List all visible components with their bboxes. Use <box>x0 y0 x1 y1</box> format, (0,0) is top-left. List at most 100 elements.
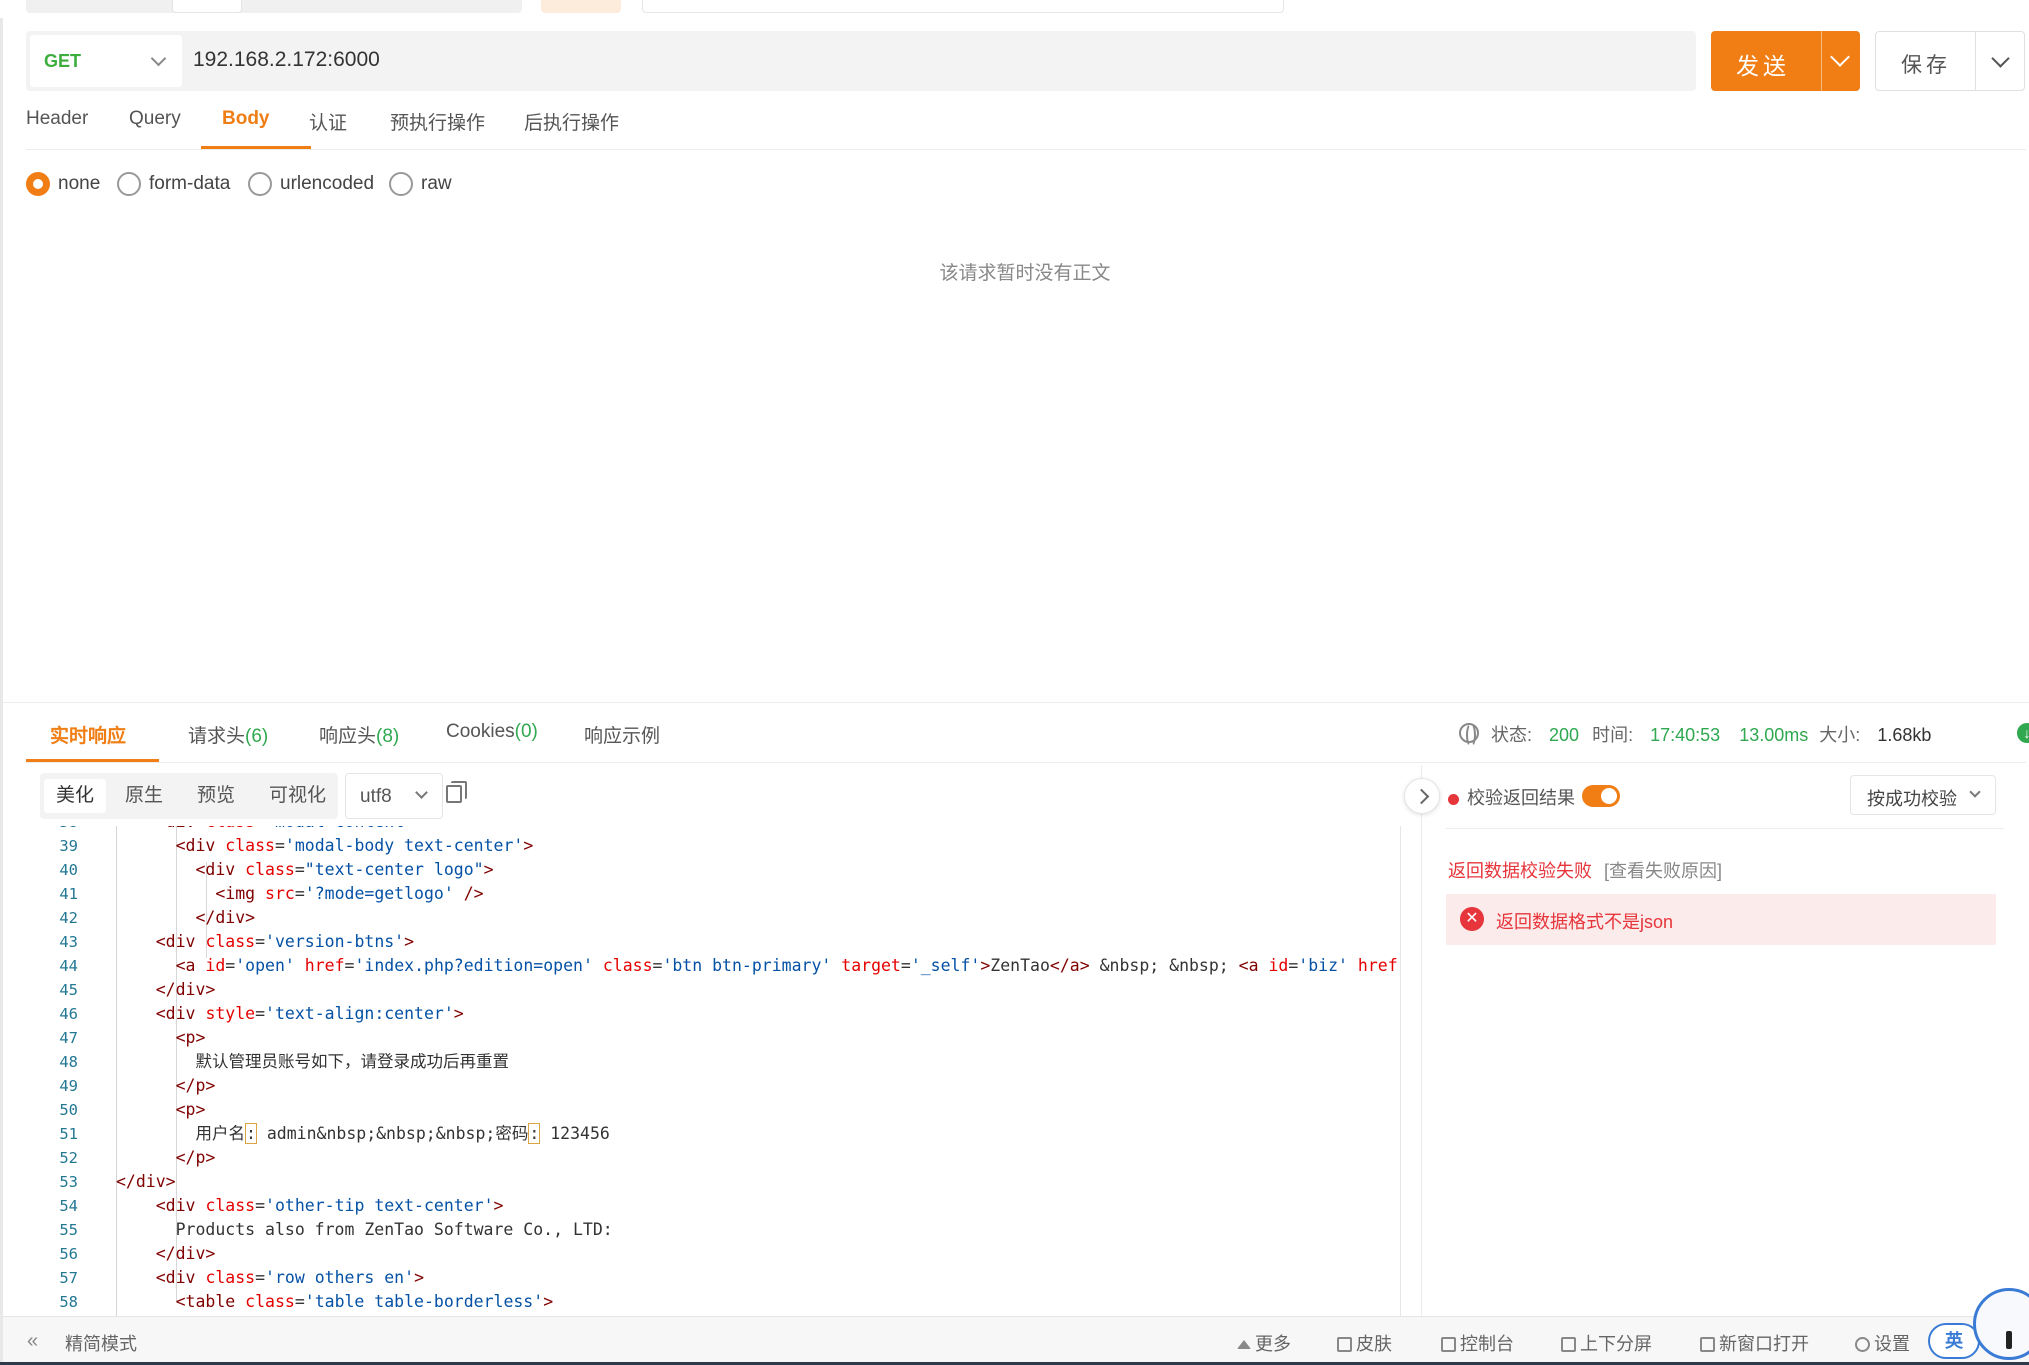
new-window-button[interactable]: 新窗口打开 <box>1700 1330 1809 1356</box>
radio-dot <box>248 172 272 196</box>
line-number: 41 <box>59 885 78 903</box>
method-label: GET <box>44 50 82 71</box>
code-viewer[interactable]: 38 <div class='modal-content'> 39 <div cl… <box>26 826 1422 1316</box>
line-number: 40 <box>59 861 78 879</box>
line-number: 53 <box>59 1173 78 1191</box>
code-line: 38 <div class='modal-content'> <box>26 826 1422 834</box>
code-text: 用户名: admin&nbsp;&nbsp;&nbsp;密码: 123456 <box>195 1123 610 1144</box>
collapse-panel-button[interactable] <box>1404 778 1440 814</box>
encoding-label: utf8 <box>360 786 392 807</box>
more-button[interactable]: 更多 <box>1237 1330 1291 1356</box>
top-segment-control[interactable] <box>26 0 522 13</box>
top-select[interactable] <box>642 0 1284 13</box>
line-number: 47 <box>59 1029 78 1047</box>
validation-title: 校验返回结果 <box>1467 788 1575 808</box>
body-empty-hint: 该请求暂时没有正文 <box>939 263 1111 284</box>
active-tab-indicator <box>26 759 159 762</box>
code-line: 43 <div class='version-btns'> <box>26 930 1422 954</box>
copy-icon[interactable] <box>446 781 467 803</box>
radio-raw[interactable]: raw <box>389 172 452 196</box>
code-line: 58 <table class='table table-borderless'… <box>26 1290 1422 1314</box>
radio-label: none <box>58 173 101 194</box>
response-divider <box>3 702 2029 703</box>
top-toolbar-partial <box>0 0 2029 18</box>
tab-label: 请求头 <box>188 726 246 747</box>
radio-label: urlencoded <box>280 173 375 194</box>
code-text: </div> <box>195 908 256 927</box>
tab-label: 响应示例 <box>584 726 661 747</box>
tab-cookies[interactable]: Cookies(0) <box>446 721 538 743</box>
radio-none[interactable]: none <box>26 172 100 196</box>
save-divider <box>1975 32 1976 90</box>
code-line: 49 </p> <box>26 1074 1422 1098</box>
url-input[interactable]: 192.168.2.172:6000 <box>193 48 380 72</box>
tab-response-headers[interactable]: 响应头(8) <box>319 721 399 748</box>
tab-auth[interactable]: 认证 <box>309 108 347 135</box>
tab-post-script[interactable]: 后执行操作 <box>524 108 619 135</box>
save-button[interactable]: 保存 <box>1875 31 2025 91</box>
double-chevron-left-icon[interactable]: « <box>27 1330 38 1353</box>
send-button[interactable]: 发送 <box>1711 31 1860 91</box>
validation-header: 校验返回结果 <box>1448 784 1575 810</box>
ime-indicator[interactable]: 英 <box>1928 1323 1980 1359</box>
radio-urlencoded[interactable]: urlencoded <box>248 172 374 196</box>
validation-mode-select[interactable]: 按成功校验 <box>1850 775 1996 815</box>
view-visualize[interactable]: 可视化 <box>257 779 338 813</box>
code-text: <div class='other-tip text-center'> <box>155 1196 504 1215</box>
skin-button[interactable]: 皮肤 <box>1337 1330 1392 1356</box>
view-beautify[interactable]: 美化 <box>44 779 107 813</box>
split-screen-button[interactable]: 上下分屏 <box>1561 1330 1652 1356</box>
chevron-down-icon <box>415 786 428 799</box>
radio-form-data[interactable]: form-data <box>117 172 230 196</box>
tab-count: (8) <box>376 726 400 747</box>
top-orange-button[interactable] <box>541 0 621 13</box>
code-line: 41 <img src='?mode=getlogo' /> <box>26 882 1422 906</box>
method-select[interactable]: GET <box>30 35 182 87</box>
encoding-select[interactable]: utf8 <box>345 773 443 819</box>
line-number: 39 <box>59 837 78 855</box>
tab-body[interactable]: Body <box>222 108 270 130</box>
code-text: <a id='open' href='index.php?edition=ope… <box>175 956 1398 975</box>
tab-pre-script[interactable]: 预执行操作 <box>390 108 485 135</box>
simple-mode-button[interactable]: 精简模式 <box>65 1330 137 1356</box>
skin-label: 皮肤 <box>1356 1334 1392 1354</box>
tab-response-example[interactable]: 响应示例 <box>584 721 660 748</box>
chevron-down-icon <box>150 50 167 67</box>
chevron-down-icon[interactable] <box>1830 47 1850 67</box>
code-text: <div class="text-center logo"> <box>195 860 494 879</box>
tab-live-response[interactable]: 实时响应 <box>50 721 126 748</box>
tab-query[interactable]: Query <box>129 108 181 130</box>
tab-count: (0) <box>514 721 538 742</box>
radio-dot <box>389 172 413 196</box>
code-line: 48 默认管理员账号如下，请登录成功后再重置 <box>26 1050 1422 1074</box>
tab-request-headers[interactable]: 请求头(6) <box>188 721 268 748</box>
vertical-scrollbar[interactable] <box>1400 826 1401 1316</box>
top-segment-active[interactable] <box>172 0 242 13</box>
chevron-down-icon[interactable] <box>1991 49 2010 68</box>
settings-button[interactable]: 设置 <box>1855 1330 1910 1356</box>
shirt-icon <box>1337 1337 1352 1352</box>
validation-toggle[interactable] <box>1582 785 1620 807</box>
code-text: <div class='modal-body text-center'> <box>175 836 534 855</box>
line-number: 44 <box>59 957 78 975</box>
console-button[interactable]: 控制台 <box>1441 1330 1514 1356</box>
line-number: 57 <box>59 1269 78 1287</box>
code-line: 55 Products also from ZenTao Software Co… <box>26 1218 1422 1242</box>
time-value: 17:40:53 <box>1650 725 1721 745</box>
validation-fail-text: 返回数据校验失败 <box>1448 861 1592 881</box>
view-raw[interactable]: 原生 <box>113 779 175 813</box>
globe-icon[interactable] <box>1459 723 1479 747</box>
console-label: 控制台 <box>1460 1334 1514 1354</box>
code-text: <div class='version-btns'> <box>155 932 415 951</box>
more-label: 更多 <box>1255 1334 1291 1354</box>
validation-panel: 校验返回结果 按成功校验 返回数据校验失败 [查看失败原因] ✕ 返回数据格式不是… <box>1404 765 2029 1317</box>
line-number: 56 <box>59 1245 78 1263</box>
radio-label: raw <box>421 173 452 194</box>
view-preview[interactable]: 预览 <box>185 779 247 813</box>
new-window-label: 新窗口打开 <box>1719 1334 1809 1354</box>
tab-header[interactable]: Header <box>26 108 88 130</box>
view-fail-reason-link[interactable]: [查看失败原因] <box>1604 861 1722 881</box>
line-number: 45 <box>59 981 78 999</box>
response-meta: 状态: 200 时间: 17:40:53 13.00ms 大小: 1.68kb … <box>1459 721 2029 747</box>
download-icon[interactable]: ↓ <box>2017 723 2029 743</box>
